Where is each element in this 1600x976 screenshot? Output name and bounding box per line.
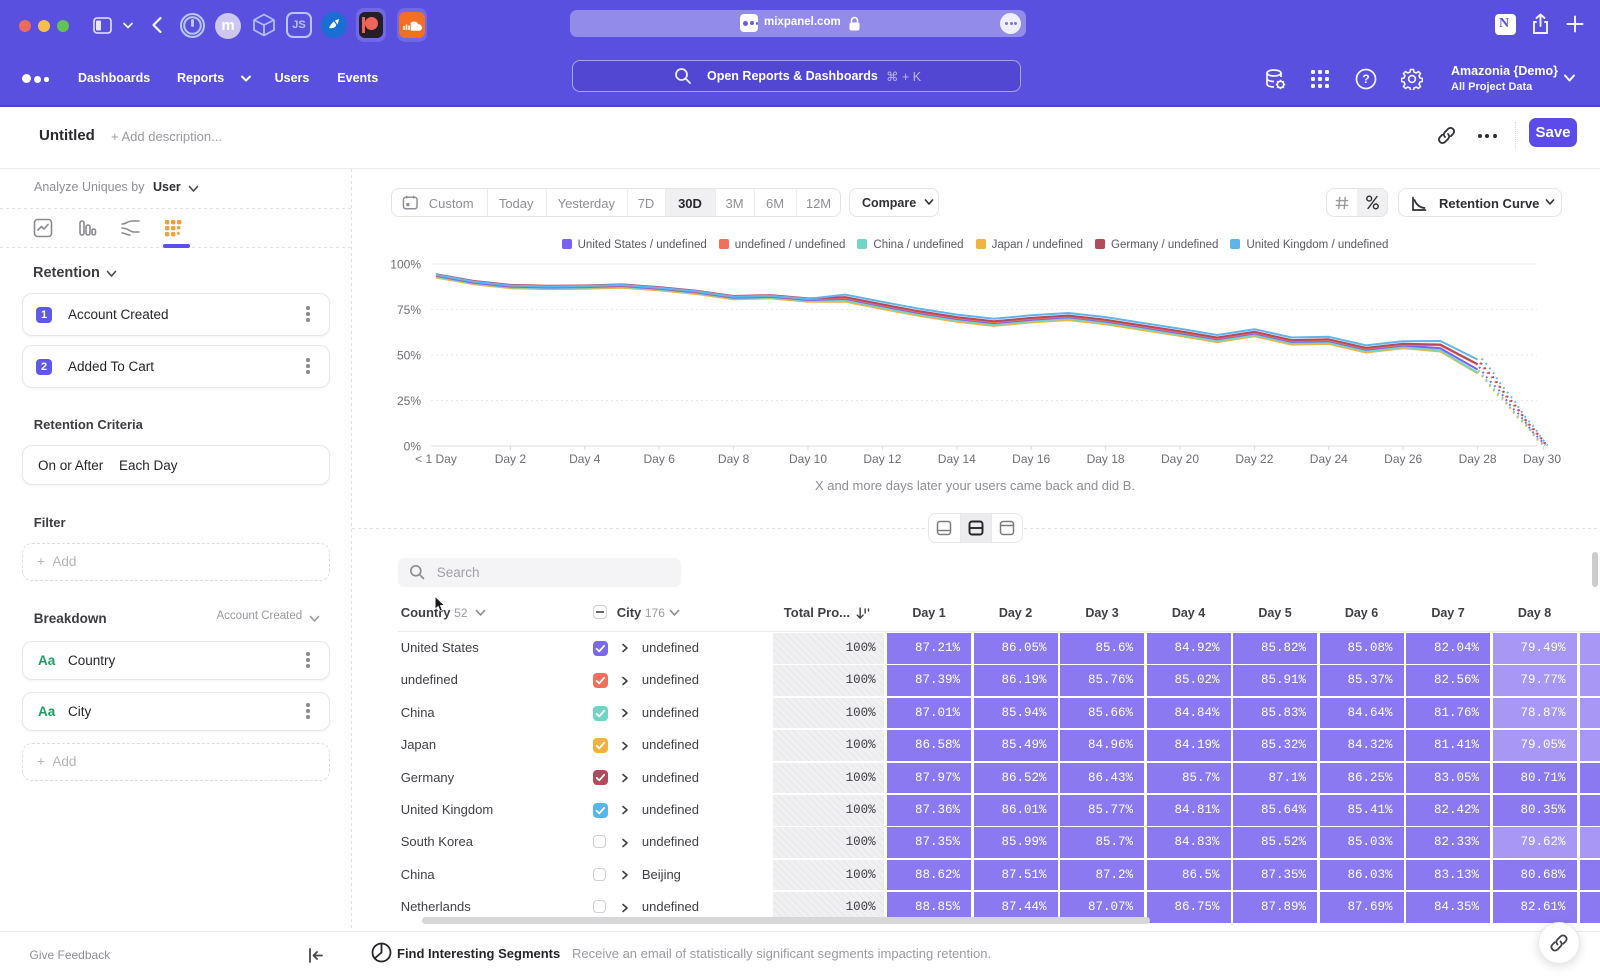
svg-text:Day 28: Day 28 [1459,452,1497,466]
svg-text:Day 10: Day 10 [789,452,827,466]
svg-text:Day 24: Day 24 [1310,452,1348,466]
svg-text:100%: 100% [390,258,421,272]
svg-text:Day 14: Day 14 [938,452,976,466]
svg-text:Day 8: Day 8 [718,452,750,466]
svg-text:Day 4: Day 4 [569,452,601,466]
svg-text:Day 22: Day 22 [1235,452,1273,466]
svg-text:Day 18: Day 18 [1087,452,1125,466]
svg-text:50%: 50% [397,349,421,363]
svg-text:25%: 25% [397,394,421,408]
svg-text:Day 2: Day 2 [495,452,527,466]
svg-text:75%: 75% [397,303,421,317]
svg-text:?: ? [1362,72,1369,86]
svg-text:< 1 Day: < 1 Day [415,452,457,466]
svg-text:Day 16: Day 16 [1012,452,1050,466]
svg-text:Day 30: Day 30 [1523,452,1561,466]
svg-text:Day 12: Day 12 [863,452,901,466]
svg-text:Day 6: Day 6 [644,452,676,466]
svg-text:Day 20: Day 20 [1161,452,1199,466]
svg-text:Day 26: Day 26 [1384,452,1422,466]
